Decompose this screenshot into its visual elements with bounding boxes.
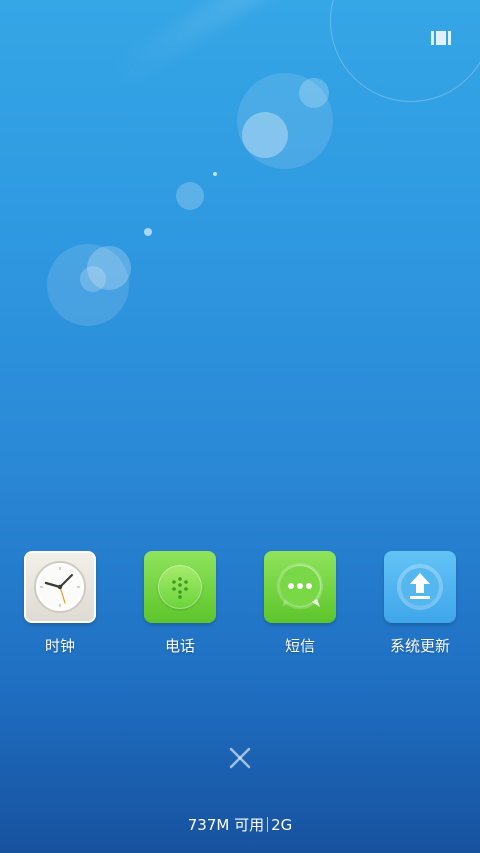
- wallpaper-bokeh: [213, 172, 217, 176]
- memory-status: 737M 可用 2G: [0, 815, 480, 835]
- wallpaper-bokeh: [299, 78, 329, 108]
- update-icon: [384, 551, 456, 623]
- recent-app-messages[interactable]: 短信: [245, 551, 355, 656]
- recent-app-clock[interactable]: 时钟: [5, 551, 115, 656]
- clock-icon: [24, 551, 96, 623]
- memory-total: 2G: [271, 816, 293, 834]
- wallpaper-bokeh: [176, 182, 204, 210]
- recent-apps-manage-icon[interactable]: [431, 31, 451, 45]
- close-all-button[interactable]: [226, 744, 254, 772]
- close-icon: [229, 747, 251, 769]
- app-label: 电话: [164, 637, 195, 655]
- message-icon: [264, 551, 336, 623]
- app-label: 短信: [284, 637, 315, 655]
- recent-app-system-update[interactable]: 系统更新: [365, 551, 475, 656]
- wallpaper-ring: [330, 0, 480, 102]
- divider: [267, 817, 269, 832]
- recent-apps-list: 时钟 电话 短信 系统更新: [0, 551, 480, 661]
- app-label: 时钟: [44, 637, 75, 655]
- memory-available: 737M 可用: [187, 816, 265, 834]
- phone-icon: [144, 551, 216, 623]
- wallpaper-bokeh: [242, 112, 288, 158]
- wallpaper-bokeh: [80, 266, 106, 292]
- wallpaper-bokeh: [144, 228, 152, 236]
- recent-app-phone[interactable]: 电话: [125, 551, 235, 656]
- app-label: 系统更新: [389, 637, 450, 655]
- recent-apps-screen: 时钟 电话 短信 系统更新 737M 可用 2G: [0, 0, 480, 853]
